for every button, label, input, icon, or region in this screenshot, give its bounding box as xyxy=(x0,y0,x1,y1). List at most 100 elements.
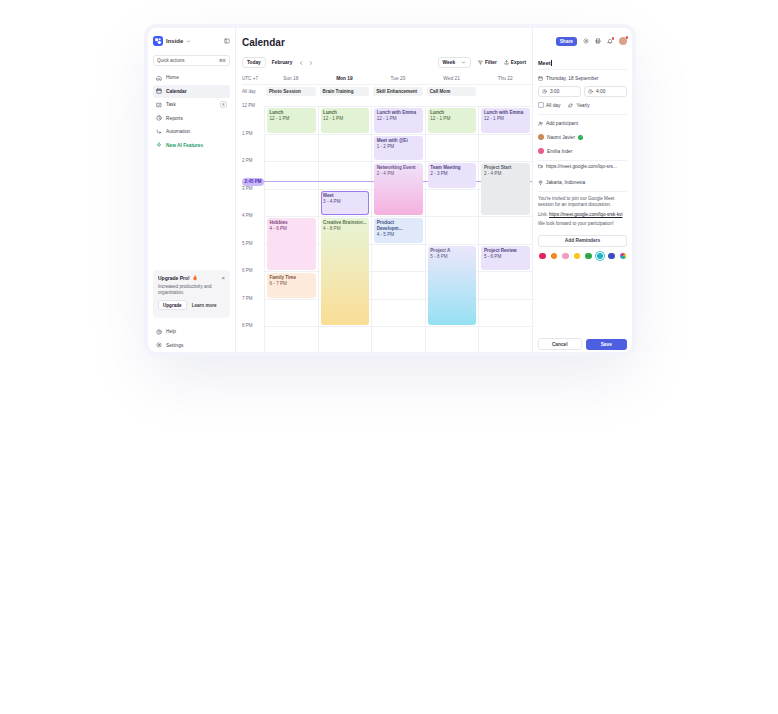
color-swatch[interactable] xyxy=(597,253,604,260)
calendar-event[interactable]: Networking Event 2 - 4 PM xyxy=(374,163,423,215)
all-day-event[interactable]: Skill Enhancement xyxy=(373,87,423,96)
day-column[interactable]: Lunch 12 - 1 PM Team Meeting 2 - 3 PM Proj… xyxy=(425,106,479,352)
day-column[interactable]: Lunch with Emma 12 - 1 PM Project Start 2… xyxy=(478,106,532,352)
home-icon xyxy=(156,75,162,81)
color-swatch[interactable] xyxy=(562,253,569,260)
shortcut-hint: ⌘K xyxy=(219,58,226,63)
quick-actions-search[interactable]: Quick actions ⌘K xyxy=(153,55,230,66)
sidebar-item[interactable]: Reports xyxy=(153,112,230,126)
next-button[interactable] xyxy=(308,60,314,66)
clock-icon xyxy=(588,89,593,94)
filter-button[interactable]: Filter xyxy=(478,60,497,65)
export-button[interactable]: Export xyxy=(504,60,526,65)
logo-mark-icon xyxy=(154,37,162,45)
repeat-select[interactable]: Yearly xyxy=(568,100,589,110)
calendar-event[interactable]: Hobbies 4 - 6 PM xyxy=(267,218,316,270)
upgrade-button[interactable]: Upgrade xyxy=(158,300,187,310)
calendar-app-window: Inside Quick actions ⌘K Home Calendar Ta… xyxy=(148,28,632,352)
confirmed-badge xyxy=(578,135,583,140)
export-icon xyxy=(504,60,509,65)
check-icon xyxy=(579,135,583,139)
day-header[interactable]: Tue 20 xyxy=(371,76,425,81)
user-avatar[interactable] xyxy=(619,37,627,45)
color-swatch[interactable] xyxy=(574,253,581,260)
color-picker xyxy=(538,253,627,260)
pin-icon xyxy=(538,180,543,185)
all-day-checkbox[interactable]: All day xyxy=(538,102,560,108)
sidebar-item[interactable]: New AI Features xyxy=(153,139,230,153)
chevron-right-icon xyxy=(308,60,314,66)
day-header[interactable]: Mon 19 xyxy=(318,76,372,81)
workspace-switcher[interactable]: Inside xyxy=(153,34,230,48)
color-swatch[interactable] xyxy=(585,253,592,260)
share-button[interactable]: Share xyxy=(556,37,577,46)
calendar-event[interactable]: Lunch 12 - 1 PM xyxy=(267,108,316,133)
hour-label: 5 PM xyxy=(242,244,264,272)
all-day-event[interactable]: Call Mom xyxy=(427,87,477,96)
calendar-event[interactable]: Lunch with Emma 12 - 1 PM xyxy=(481,108,530,133)
add-reminders-button[interactable]: Add Reminders xyxy=(538,235,627,247)
learn-more-button[interactable]: Learn more xyxy=(192,303,217,308)
collapse-sidebar-button[interactable] xyxy=(224,38,230,44)
calendar-event[interactable]: Meet with @Ei 1 - 2 PM xyxy=(374,136,423,161)
hour-label: 1 PM xyxy=(242,134,264,162)
notifications-button[interactable] xyxy=(607,38,613,44)
event-title-input[interactable]: Meet xyxy=(538,56,627,70)
clock-icon xyxy=(542,89,547,94)
sidebar-item[interactable]: Help xyxy=(153,325,230,339)
meeting-link[interactable]: https://meet.google.com/lqo-srs... xyxy=(538,164,627,174)
help-icon xyxy=(156,329,162,335)
sidebar-item[interactable]: Automation xyxy=(153,125,230,139)
sidebar-item[interactable]: Calendar xyxy=(153,85,230,99)
settings-icon xyxy=(156,342,162,348)
calendar-event[interactable]: Project Start 2 - 4 PM xyxy=(481,163,530,215)
add-participant-button[interactable]: Add participant xyxy=(538,118,627,128)
calendar-event[interactable]: Lunch with Emma 12 - 1 PM xyxy=(374,108,423,133)
event-date[interactable]: Thursday, 18 September xyxy=(538,73,627,83)
day-column[interactable]: Lunch with Emma 12 - 1 PM Meet with @Ei 1… xyxy=(371,106,425,352)
color-swatch[interactable] xyxy=(620,253,627,260)
end-time-field[interactable]: 4:00 xyxy=(584,86,627,97)
sidebar-item[interactable]: Settings xyxy=(153,339,230,353)
all-day-event[interactable]: Brain Training xyxy=(320,87,370,96)
calendar-event[interactable]: Lunch 12 - 1 PM xyxy=(321,108,370,133)
calendar-event[interactable]: Team Meeting 2 - 3 PM xyxy=(428,163,477,188)
calendar-event[interactable]: Product Developm... 4 - 5 PM xyxy=(374,218,423,243)
start-time-field[interactable]: 3:00 xyxy=(538,86,581,97)
automation-icon xyxy=(156,129,162,135)
all-day-row: All day Photo SessionBrain TrainingSkill… xyxy=(242,85,532,98)
color-swatch[interactable] xyxy=(608,253,615,260)
close-button[interactable]: × xyxy=(221,275,225,281)
day-header[interactable]: Sun 18 xyxy=(264,76,318,81)
save-button[interactable]: Save xyxy=(586,339,628,350)
today-button[interactable]: Today xyxy=(242,57,266,68)
timezone-label: UTC +7 xyxy=(242,76,264,81)
calendar-event[interactable]: Lunch 12 - 1 PM xyxy=(428,108,477,133)
all-day-event[interactable]: Photo Session xyxy=(266,87,316,96)
event-description[interactable]: You're invited to join our Google Meet s… xyxy=(538,196,627,231)
day-header[interactable]: Wed 21 xyxy=(425,76,479,81)
calendar-event[interactable]: Creative Brainstor... 4 - 8 PM xyxy=(321,218,370,325)
sidebar-item[interactable]: Home xyxy=(153,71,230,85)
event-location[interactable]: Jakarta, Indonesia xyxy=(538,177,627,187)
day-column[interactable]: Lunch 12 - 1 PM Hobbies 4 - 6 PM Family Ti… xyxy=(264,106,318,352)
calendar-event[interactable]: Project Review 5 - 6 PM xyxy=(481,246,530,271)
calendar-event[interactable]: Meet 3 - 4 PM xyxy=(321,191,370,216)
sidebar-item[interactable]: Task 8 xyxy=(153,98,230,112)
hour-label: 7 PM xyxy=(242,299,264,327)
hour-label: 4 PM xyxy=(242,216,264,244)
day-column[interactable]: Lunch 12 - 1 PM Meet 3 - 4 PMCreative Bra… xyxy=(318,106,372,352)
calendar-event[interactable]: Family Time 6 - 7 PM xyxy=(267,273,316,298)
participant[interactable]: Naomi Javier xyxy=(538,132,627,142)
calendar-icon xyxy=(538,76,543,81)
color-swatch[interactable] xyxy=(551,253,558,260)
previous-button[interactable] xyxy=(298,60,304,66)
cancel-button[interactable]: Cancel xyxy=(538,338,582,350)
view-select[interactable]: Week xyxy=(438,57,471,68)
print-button[interactable] xyxy=(595,38,601,44)
calendar-event[interactable]: Project A 5 - 8 PM xyxy=(428,246,477,326)
color-swatch[interactable] xyxy=(539,253,546,260)
participant[interactable]: Emilia Inder xyxy=(538,146,627,156)
settings-button[interactable] xyxy=(583,38,589,44)
day-header[interactable]: Thu 22 xyxy=(478,76,532,81)
